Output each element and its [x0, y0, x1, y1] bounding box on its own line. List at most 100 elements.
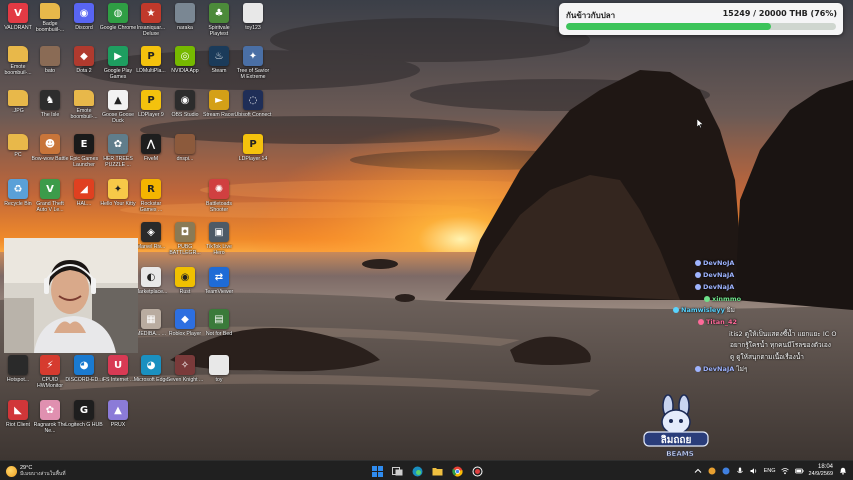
desktop-icon[interactable]: toy	[202, 355, 236, 401]
desktop-icon[interactable]: ✿ Ragnarok The Ne...	[33, 400, 67, 446]
tray-app-icon[interactable]	[722, 467, 731, 476]
desktop-icon[interactable]: UiFS Internet ...	[101, 355, 135, 401]
google-play-icon: ▶	[108, 46, 128, 66]
chat-message: DevNaJA	[695, 282, 734, 292]
desktop-icon[interactable]: ♣ Spiritvale Playtest	[202, 3, 236, 49]
desktop-icon[interactable]: ⚡ CPUID HWMonitor	[33, 355, 67, 401]
input-language[interactable]: ENG	[764, 468, 776, 474]
desktop-icon[interactable]: ♞ The Isle	[33, 90, 67, 136]
desktop-icon[interactable]: V VALORANT	[1, 3, 35, 49]
desktop-icon[interactable]: ✦ Hello Your Kitty	[100, 179, 136, 225]
desktop-icon[interactable]: ▤ Not for Bed	[202, 309, 236, 355]
chat-text: ดู ดูให้สนุกตามเนื้อเรื่องน้ำ	[730, 353, 804, 361]
desktop-icon[interactable]: naraka	[168, 3, 202, 49]
desktop-icon[interactable]: ◈ Marvel Riv...	[134, 222, 168, 268]
desktop-icon[interactable]: ☻ Bow-wow Battle	[32, 134, 68, 180]
desktop-icon[interactable]: E Epic Games Launcher	[67, 134, 101, 180]
file-icon	[209, 355, 229, 375]
desktop-icon[interactable]: R Rockstar Games ...	[134, 179, 168, 225]
chat-badge-icon	[695, 260, 701, 266]
chevron-up-icon[interactable]	[694, 467, 703, 476]
desktop-icon[interactable]: V Grand Theft Auto V Le...	[33, 179, 67, 225]
desktop-icon[interactable]: ▲ PRUX	[101, 400, 135, 446]
desktop-icon[interactable]: ♨ Steam	[202, 46, 236, 92]
desktop-icon[interactable]: toy123	[236, 3, 270, 49]
desktop-icon[interactable]: ✧ Seven Knight ...	[167, 355, 203, 401]
desktop-icon[interactable]: ◐ Marketplace...	[134, 267, 168, 313]
desktop-icon-label: TikTok Live Hero	[206, 244, 232, 256]
desktop-icon[interactable]: ◆ Dota 2	[67, 46, 101, 92]
desktop-icon-label: TeamViewer	[204, 289, 234, 295]
desktop-icon[interactable]: ◘ PUBG BATTLEGR...	[168, 222, 202, 268]
desktop-icon[interactable]: ◎ NVIDIA App	[168, 46, 202, 92]
goal-amount: 15249 / 20000 THB (76%)	[722, 9, 837, 18]
taskbar-clock[interactable]: 18:04 24/9/2569	[809, 464, 833, 478]
desktop-icon[interactable]: Badge boombuiil-...	[33, 3, 67, 49]
weather-widget[interactable]: 29°C มีเมฆบางส่วนในพื้นที่	[6, 463, 66, 479]
desktop-icon[interactable]: ✦ Tree of Savior M Extreme	[236, 46, 270, 92]
microphone-icon[interactable]	[736, 467, 745, 476]
chrome-icon[interactable]	[450, 464, 465, 479]
desktop-icon[interactable]: ◣ Riot Client	[1, 400, 35, 446]
desktop-icon[interactable]: Emote boombuil-...	[67, 90, 101, 136]
chat-badge-icon	[673, 307, 679, 313]
desktop-icon[interactable]: P LDPlayer 14	[236, 134, 270, 180]
desktop-icon-label: Epic Games Launcher	[69, 156, 99, 168]
edge-icon[interactable]	[410, 464, 425, 479]
folder-icon	[74, 90, 94, 106]
file-explorer-icon[interactable]	[430, 464, 445, 479]
stream-chat-overlay: DevNoJA DevNaJA DevNaJA xinmmo Namwisleyy ยิ…	[668, 258, 853, 373]
desktop-icon[interactable]: PC	[1, 134, 35, 180]
desktop-icon[interactable]: ◉ Rust	[168, 267, 202, 313]
chat-badge-icon	[695, 284, 701, 290]
record-icon[interactable]	[470, 464, 485, 479]
desktop-icon[interactable]: Hotspot...	[1, 355, 35, 401]
desktop-icon[interactable]: bato	[33, 46, 67, 92]
desktop-icon[interactable]: ◆ Roblox Player	[168, 309, 202, 355]
desktop-icon[interactable]: P LDMultiPla...	[134, 46, 168, 92]
desktop-icon[interactable]: P LDPlayer 9	[134, 90, 168, 136]
goal-title: กันข้าวกับปลา	[566, 11, 616, 20]
desktop-icon[interactable]: dnspi...	[168, 134, 202, 180]
taskbar-pinned-apps	[370, 463, 485, 479]
battery-icon[interactable]	[794, 467, 804, 476]
game-icon: ▦	[141, 309, 161, 329]
file-icon	[175, 134, 195, 154]
wifi-icon[interactable]	[781, 467, 790, 476]
desktop-icon[interactable]: ◕ Microsoft Edge	[134, 355, 168, 401]
desktop-icon-label: toy123	[245, 25, 261, 31]
game-icon: ☻	[40, 134, 60, 154]
tray-app-icon[interactable]	[708, 467, 717, 476]
desktop-icon[interactable]: ◍ Google Chrome	[100, 3, 136, 49]
desktop-icon[interactable]: ✺ Battletoads Shooter	[202, 179, 236, 225]
desktop-icon-label: NVIDIA App	[171, 68, 199, 74]
desktop-icon[interactable]: ▦ MEDIBA... ...	[134, 309, 168, 355]
task-view-icon[interactable]	[390, 464, 405, 479]
desktop-icon[interactable]: ▣ TikTok Live Hero	[202, 222, 236, 268]
volume-icon[interactable]	[750, 467, 759, 476]
desktop-icon-label: Dota 2	[76, 68, 92, 74]
desktop-icon[interactable]: ✿ HER TREES PUZZLE ...	[101, 134, 135, 180]
desktop-icon[interactable]: ► Stream Racer	[202, 90, 236, 136]
desktop-icon[interactable]: ♻ Recycle Bin	[1, 179, 35, 225]
rockstar-icon: R	[141, 179, 161, 199]
desktop-icon[interactable]: ◉ OBS Studio	[168, 90, 202, 136]
desktop-icon[interactable]: .JPG	[1, 90, 35, 136]
desktop-icon[interactable]: G Logitech G HUB	[65, 400, 103, 446]
desktop-icon[interactable]: ◢ HAL...	[67, 179, 101, 225]
desktop-icon[interactable]: ◉ Discord	[67, 3, 101, 49]
desktop-icon[interactable]: ◕ DISCORD-ED...	[65, 355, 103, 401]
windows-start-icon[interactable]	[370, 464, 385, 479]
desktop-icon[interactable]: ▲ Goose Goose Duck	[101, 90, 135, 136]
notification-bell-icon[interactable]	[838, 467, 847, 476]
chat-badge-icon	[698, 319, 704, 325]
desktop-icon[interactable]: ★ Insaniquar... Deluxe	[134, 3, 168, 49]
desktop-icon[interactable]: ⇄ TeamViewer	[202, 267, 236, 313]
desktop-icon[interactable]: ▶ Google Play Games	[101, 46, 135, 92]
chat-username: DevNoJA	[703, 259, 735, 267]
desktop-icon-label: Ragnarok The Ne...	[33, 422, 67, 434]
chat-username: DevNaJA	[703, 271, 735, 279]
desktop-icon[interactable]: ◌ Ubisoft Connect	[235, 90, 271, 136]
desktop-icon[interactable]: Emote boombuil-...	[1, 46, 35, 92]
desktop-icon[interactable]: ⋀ FiveM	[134, 134, 168, 180]
